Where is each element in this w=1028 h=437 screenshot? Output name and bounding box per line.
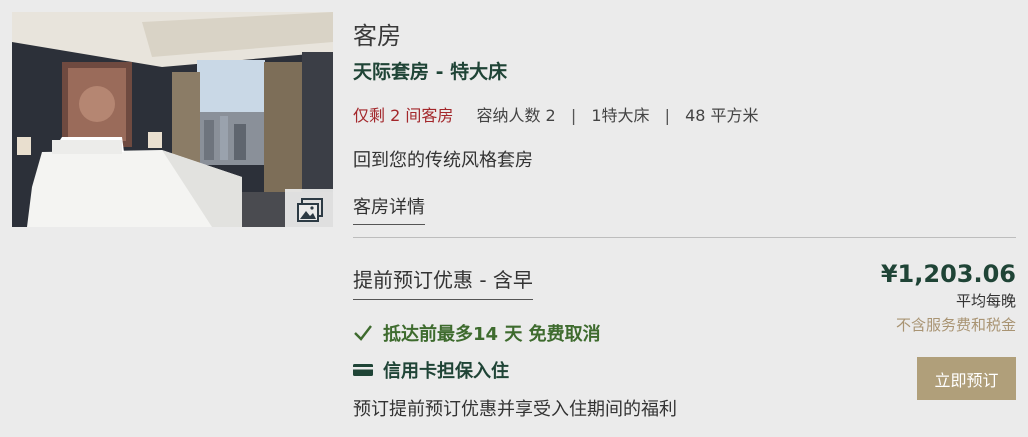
gallery-icon [297,197,323,222]
credit-card-icon [353,363,373,377]
gallery-button[interactable] [285,189,333,227]
book-now-button[interactable]: 立即预订 [917,357,1016,400]
price: ¥1,203.06 [880,260,1016,288]
check-icon [353,324,373,342]
meta-separator: | [570,106,577,125]
room-size: 48 平方米 [685,106,759,125]
meta-separator: | [664,106,670,125]
price-unit: 平均每晚 [955,292,1016,310]
room-description: 回到您的传统风格套房 [353,150,533,171]
tax-note: 不含服务费和税金 [895,316,1016,334]
room-photo[interactable] [12,12,333,227]
occupancy: 容纳人数 2 [476,106,556,125]
divider [353,237,1016,238]
availability-notice: 仅剩 2 间客房 [353,106,454,125]
room-details-link[interactable]: 客房详情 [353,193,425,225]
room-name: 天际套房 - 特大床 [353,61,508,83]
cancellation-text: 抵达前最多14 天 免费取消 [383,324,601,345]
room-meta: 仅剩 2 间客房 容纳人数 2 | 1特大床 | 48 平方米 [353,102,759,126]
price-box: ¥1,203.06 平均每晚 不含服务费和税金 [881,260,1016,335]
room-type-label: 客房 [353,22,401,50]
free-cancellation: 抵达前最多14 天 免费取消 [353,320,601,346]
rate-name-link[interactable]: 提前预订优惠 - 含早 [353,264,533,300]
perk-text: 预订提前预订优惠并享受入住期间的福利 [353,399,677,420]
bed-type: 1特大床 [591,106,650,125]
card-guarantee: 信用卡担保入住 [353,357,509,383]
guarantee-text: 信用卡担保入住 [383,361,509,382]
